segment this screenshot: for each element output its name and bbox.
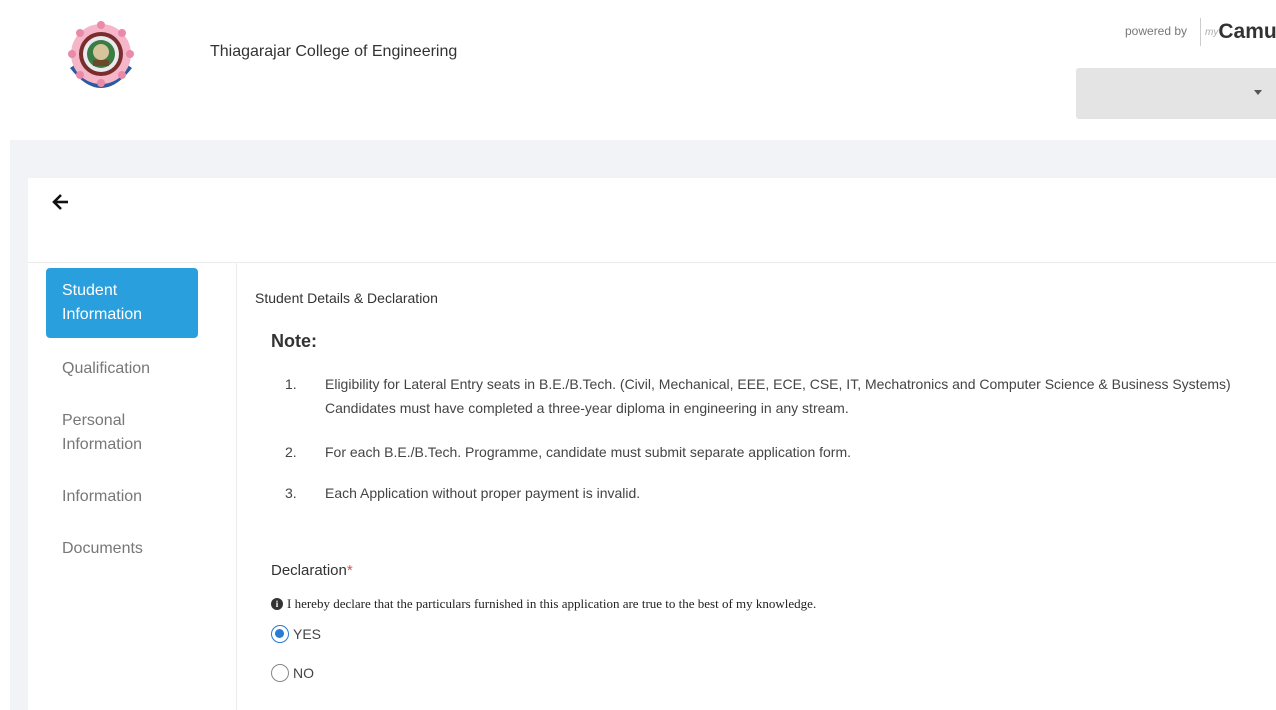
college-logo (68, 21, 134, 88)
header-divider (28, 262, 1276, 263)
page-gutter (10, 178, 28, 710)
back-arrow-icon[interactable] (52, 192, 70, 212)
caret-down-icon (1254, 90, 1262, 95)
declaration-label-text: Declaration (271, 562, 347, 579)
sidebar-item-personal-information[interactable]: Personal Information (46, 409, 156, 457)
declaration-info: i I hereby declare that the particulars … (271, 596, 816, 612)
note-text: Each Application without proper payment … (325, 485, 641, 501)
sidebar-item-documents[interactable]: Documents (46, 537, 198, 561)
note-title: Note: (271, 331, 317, 351)
sidebar-item-student-information[interactable]: Student Information (46, 268, 198, 338)
note-item: 1. Eligibility for Lateral Entry seats i… (280, 372, 1250, 420)
radio-yes-label: YES (293, 626, 322, 642)
declaration-label: Declaration* (271, 562, 353, 579)
declaration-yes-option[interactable]: YES (271, 625, 321, 643)
user-menu-dropdown[interactable] (1076, 68, 1276, 119)
section-title: Student Details & Declaration (255, 290, 438, 306)
camu-logo: my Camu (1200, 18, 1276, 46)
sidebar-item-information[interactable]: Information (46, 485, 198, 509)
declaration-no-option[interactable]: NO (271, 664, 314, 682)
note-text: For each B.E./B.Tech. Programme, candida… (325, 444, 852, 460)
sidebar-item-qualification[interactable]: Qualification (46, 357, 198, 381)
note-number: 3. (285, 485, 297, 501)
camu-brand-text: Camu (1218, 20, 1276, 43)
note-item: 3. Each Application without proper payme… (280, 481, 1250, 505)
note-number: 2. (285, 444, 297, 460)
required-mark: * (346, 562, 353, 579)
note-text: Eligibility for Lateral Entry seats in B… (325, 376, 1231, 416)
declaration-info-text: I hereby declare that the particulars fu… (287, 596, 817, 611)
powered-by-label: powered by (1125, 24, 1188, 38)
sidebar-divider (236, 263, 237, 710)
note-number: 1. (285, 376, 297, 392)
info-icon: i (271, 598, 283, 610)
camu-my-text: my (1205, 26, 1219, 38)
note-item: 2. For each B.E./B.Tech. Programme, cand… (280, 440, 1250, 464)
radio-yes[interactable] (271, 625, 289, 643)
page-band (10, 140, 1276, 178)
college-name: Thiagarajar College of Engineering (210, 43, 458, 60)
radio-no[interactable] (271, 664, 289, 682)
radio-no-label: NO (293, 665, 314, 681)
header: Thiagarajar College of Engineering power… (0, 0, 1276, 140)
